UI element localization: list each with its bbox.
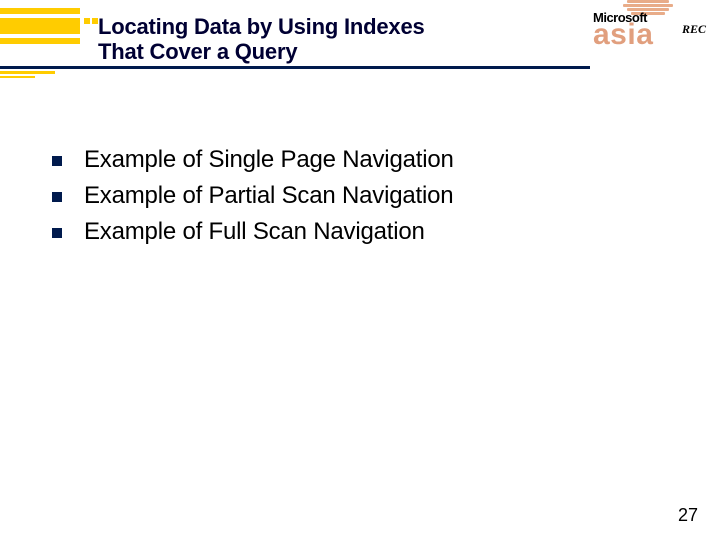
- header-square: [84, 18, 90, 24]
- header-bar: [0, 18, 80, 34]
- bullet-icon: [52, 192, 62, 202]
- slide-title: Locating Data by Using Indexes That Cove…: [98, 14, 425, 65]
- title-underline: [0, 66, 590, 69]
- bullet-list: Example of Single Page Navigation Exampl…: [52, 146, 454, 254]
- bullet-icon: [52, 156, 62, 166]
- bullet-text: Example of Single Page Navigation: [84, 146, 454, 174]
- bullet-icon: [52, 228, 62, 238]
- list-item: Example of Single Page Navigation: [52, 146, 454, 174]
- title-underline-accent: [0, 76, 35, 78]
- logo-badge: REC: [682, 22, 706, 37]
- header-bar: [0, 38, 80, 44]
- page-number: 27: [678, 505, 698, 526]
- logo-sub-wrap: asia: [593, 21, 678, 49]
- list-item: Example of Partial Scan Navigation: [52, 182, 454, 210]
- bullet-text: Example of Partial Scan Navigation: [84, 182, 453, 210]
- slide: Locating Data by Using Indexes That Cove…: [0, 0, 720, 540]
- brand-logo: Microsoft asia: [593, 10, 678, 49]
- bullet-text: Example of Full Scan Navigation: [84, 218, 425, 246]
- title-underline-accent: [0, 71, 55, 74]
- logo-brand-text: Microsoft: [593, 10, 678, 25]
- slide-title-line2: That Cover a Query: [98, 39, 425, 64]
- list-item: Example of Full Scan Navigation: [52, 218, 454, 246]
- slide-title-line1: Locating Data by Using Indexes: [98, 14, 425, 39]
- header-bar: [0, 8, 80, 14]
